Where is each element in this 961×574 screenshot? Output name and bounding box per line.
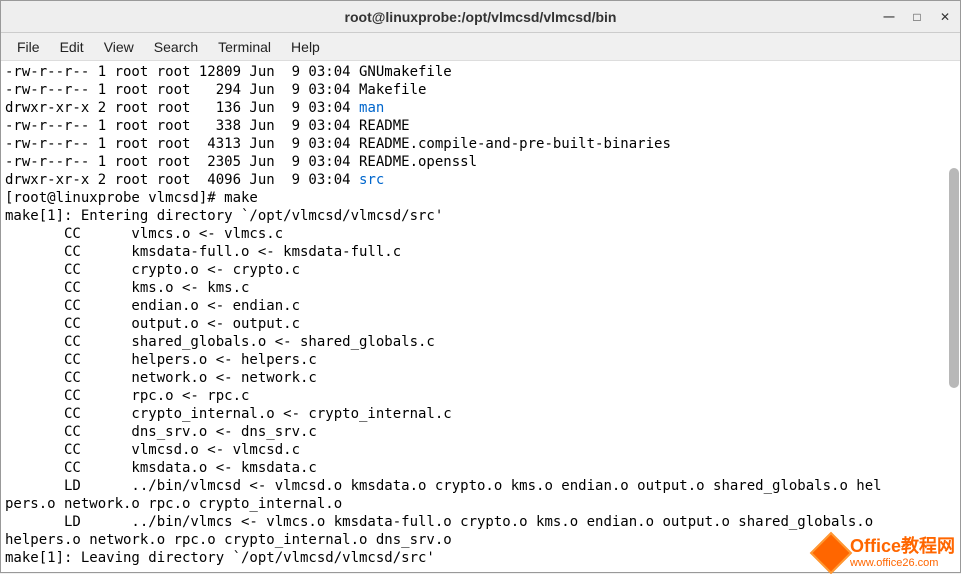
- window-title: root@linuxprobe:/opt/vlmcsd/vlmcsd/bin: [345, 9, 617, 25]
- term-line: make[1]: Leaving directory `/opt/vlmcsd/…: [5, 550, 435, 566]
- menu-terminal[interactable]: Terminal: [208, 35, 281, 59]
- scrollbar[interactable]: [949, 64, 959, 565]
- term-line: -rw-r--r-- 1 root root 4313 Jun 9 03:04 …: [5, 136, 671, 152]
- term-line: CC kmsdata.o <- kmsdata.c: [5, 460, 317, 476]
- term-line: pers.o network.o rpc.o crypto_internal.o: [5, 496, 342, 512]
- term-line: LD ../bin/vlmcsd <- vlmcsd.o kmsdata.o c…: [5, 478, 882, 494]
- term-line: CC output.o <- output.c: [5, 316, 300, 332]
- term-line: make[1]: Entering directory `/opt/vlmcsd…: [5, 208, 443, 224]
- menu-help[interactable]: Help: [281, 35, 330, 59]
- term-line: CC crypto.o <- crypto.c: [5, 262, 300, 278]
- close-button[interactable]: [938, 10, 952, 24]
- term-line: CC dns_srv.o <- dns_srv.c: [5, 424, 317, 440]
- term-line: CC crypto_internal.o <- crypto_internal.…: [5, 406, 452, 422]
- term-line: -rw-r--r-- 1 root root 12809 Jun 9 03:04…: [5, 64, 452, 80]
- term-line: CC kmsdata-full.o <- kmsdata-full.c: [5, 244, 401, 260]
- dir-man: man: [359, 100, 384, 116]
- term-line: CC vlmcs.o <- vlmcs.c: [5, 226, 283, 242]
- term-line: CC network.o <- network.c: [5, 370, 317, 386]
- scrollbar-thumb[interactable]: [949, 168, 959, 388]
- minimize-button[interactable]: [882, 10, 896, 24]
- window-controls: [882, 1, 952, 32]
- term-line: CC shared_globals.o <- shared_globals.c: [5, 334, 435, 350]
- menu-search[interactable]: Search: [144, 35, 208, 59]
- menu-file[interactable]: File: [7, 35, 50, 59]
- terminal-window: root@linuxprobe:/opt/vlmcsd/vlmcsd/bin F…: [0, 0, 961, 573]
- term-line: CC endian.o <- endian.c: [5, 298, 300, 314]
- terminal-output[interactable]: -rw-r--r-- 1 root root 12809 Jun 9 03:04…: [1, 61, 960, 572]
- term-line: -rw-r--r-- 1 root root 338 Jun 9 03:04 R…: [5, 118, 410, 134]
- term-line: LD ../bin/vlmcs <- vlmcs.o kmsdata-full.…: [5, 514, 882, 530]
- term-line: CC vlmcsd.o <- vlmcsd.c: [5, 442, 300, 458]
- maximize-button[interactable]: [910, 10, 924, 24]
- term-line: -rw-r--r-- 1 root root 294 Jun 9 03:04 M…: [5, 82, 426, 98]
- term-line: CC helpers.o <- helpers.c: [5, 352, 317, 368]
- term-line: CC rpc.o <- rpc.c: [5, 388, 249, 404]
- term-line: -rw-r--r-- 1 root root 2305 Jun 9 03:04 …: [5, 154, 477, 170]
- dir-src: src: [359, 172, 384, 188]
- term-line: helpers.o network.o rpc.o crypto_interna…: [5, 532, 452, 548]
- term-line: drwxr-xr-x 2 root root 136 Jun 9 03:04: [5, 100, 359, 116]
- menu-edit[interactable]: Edit: [50, 35, 94, 59]
- term-line: CC kms.o <- kms.c: [5, 280, 249, 296]
- titlebar: root@linuxprobe:/opt/vlmcsd/vlmcsd/bin: [1, 1, 960, 33]
- menu-view[interactable]: View: [94, 35, 144, 59]
- term-line: drwxr-xr-x 2 root root 4096 Jun 9 03:04: [5, 172, 359, 188]
- term-line: [root@linuxprobe vlmcsd]# make: [5, 190, 258, 206]
- menubar: File Edit View Search Terminal Help: [1, 33, 960, 61]
